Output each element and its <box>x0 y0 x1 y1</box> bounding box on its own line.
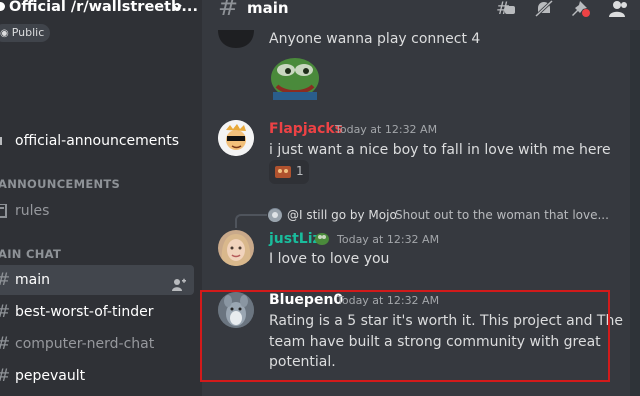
message-text: I love to love you <box>269 251 390 267</box>
avatar[interactable] <box>218 230 254 266</box>
chevron-down-icon[interactable] <box>171 1 183 17</box>
category-main-chat[interactable]: AIN CHAT <box>0 247 61 261</box>
message-text: i just want a nice boy to fall in love w… <box>269 142 611 158</box>
highlight-box <box>200 290 610 382</box>
channel-official-announcements[interactable]: official-announcements <box>0 126 194 156</box>
reply-connector <box>235 214 267 228</box>
message-timestamp: Today at 12:32 AM <box>335 123 438 136</box>
message-author[interactable]: justLiz <box>269 231 321 247</box>
members-icon[interactable] <box>608 0 628 18</box>
channel-main[interactable]: # main <box>0 265 194 295</box>
category-announcements[interactable]: ANNOUNCEMENTS <box>0 177 120 191</box>
server-name[interactable]: Official /r/wallstreetb... <box>9 0 198 15</box>
message-timestamp: Today at 12:32 AM <box>337 233 440 246</box>
hash-icon: # <box>0 329 10 359</box>
message-author[interactable]: Flapjacks <box>269 121 343 137</box>
channel-best-worst-of-tinder[interactable]: # best-worst-of-tinder <box>0 297 194 327</box>
avatar[interactable] <box>218 16 254 48</box>
reply-preview-text[interactable]: Shout out to the woman that love... <box>395 208 609 222</box>
hash-icon: # <box>0 265 10 295</box>
reply-username[interactable]: @I still go by Mojo <box>287 208 397 222</box>
reaction-button[interactable]: 1 <box>269 160 309 184</box>
channel-topbar: # main # <box>202 0 640 22</box>
channel-rules[interactable]: rules <box>0 196 194 226</box>
channel-label: main <box>15 272 50 288</box>
channel-label: computer-nerd-chat <box>15 336 155 352</box>
channel-label: pepevault <box>15 368 86 384</box>
globe-icon: ◉ <box>0 28 9 39</box>
channel-pepevault[interactable]: # pepevault <box>0 361 194 391</box>
reaction-emoji-icon <box>275 164 291 184</box>
hash-icon: # <box>0 297 10 327</box>
server-icon <box>0 2 5 11</box>
hash-icon: # <box>0 361 10 391</box>
public-badge: ◉ Public <box>0 24 51 42</box>
channel-label: best-worst-of-tinder <box>15 304 154 320</box>
channel-label: rules <box>15 203 50 219</box>
pin-icon[interactable] <box>571 0 591 18</box>
server-header[interactable]: Official /r/wallstreetb... ◉ Public <box>0 0 202 58</box>
scrollbar-track[interactable] <box>630 30 640 396</box>
bell-muted-icon[interactable] <box>534 0 554 18</box>
channel-sidebar: Official /r/wallstreetb... ◉ Public offic… <box>0 0 202 396</box>
add-user-icon[interactable] <box>172 273 186 291</box>
message-text: Anyone wanna play connect 4 <box>269 31 481 47</box>
role-badge-icon <box>314 230 330 250</box>
channel-computer-nerd-chat[interactable]: # computer-nerd-chat <box>0 329 194 359</box>
pepe-emoji-image[interactable] <box>269 54 321 100</box>
channel-label: official-announcements <box>15 133 180 149</box>
reply-avatar[interactable] <box>268 208 282 222</box>
avatar[interactable] <box>218 120 254 156</box>
threads-icon[interactable]: # <box>496 0 516 19</box>
reaction-count: 1 <box>296 164 304 178</box>
channel-title: main <box>247 0 289 17</box>
